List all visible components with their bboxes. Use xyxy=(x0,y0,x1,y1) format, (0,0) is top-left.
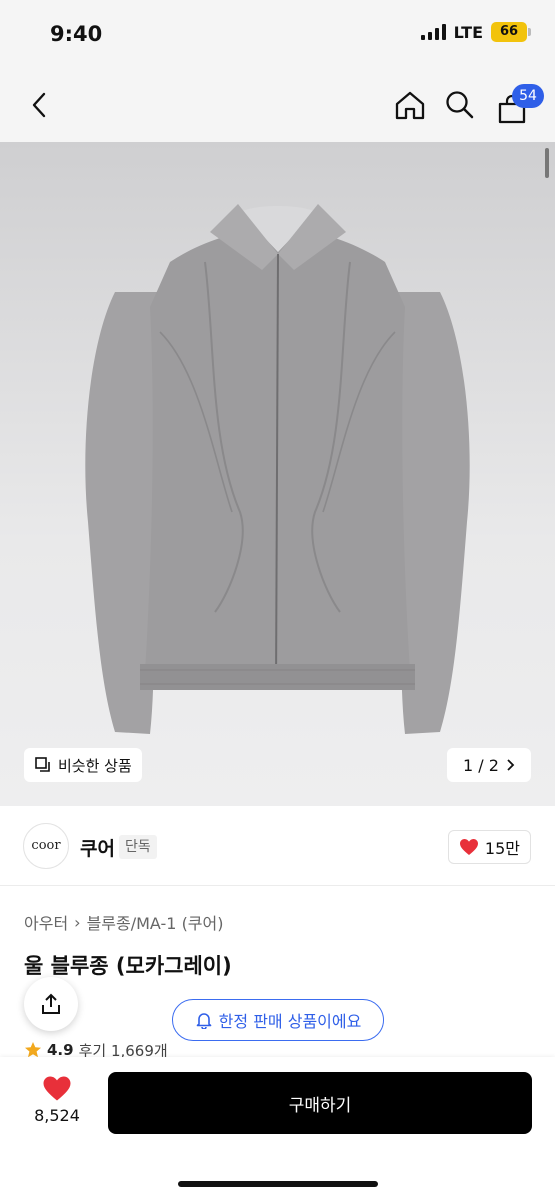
brand-logo[interactable]: coor xyxy=(23,823,69,869)
back-icon xyxy=(32,92,46,118)
pager-label: 1 / 2 xyxy=(463,755,499,775)
heart-icon xyxy=(43,1076,71,1101)
search-button[interactable] xyxy=(438,80,482,130)
brand-name[interactable]: 쿠어 xyxy=(80,834,115,861)
home-indicator xyxy=(178,1181,378,1187)
status-time: 9:40 xyxy=(50,22,103,46)
heart-icon xyxy=(459,839,478,855)
similar-products-label: 비슷한 상품 xyxy=(58,756,132,775)
battery-icon: 66 xyxy=(491,22,531,42)
breadcrumb: 아우터 › 블루종/MA-1 (쿠어) xyxy=(24,910,224,934)
share-button[interactable] xyxy=(24,977,78,1031)
share-icon xyxy=(42,993,60,1014)
cart-button[interactable]: 54 xyxy=(490,80,544,130)
status-bar: 9:40 LTE 66 xyxy=(0,0,555,70)
search-icon xyxy=(446,91,474,119)
home-icon xyxy=(395,91,425,120)
image-pager[interactable]: 1 / 2 xyxy=(447,748,531,782)
brand-like-count: 15만 xyxy=(484,839,520,858)
status-indicators: LTE 66 xyxy=(420,22,531,42)
chevron-right-icon: › xyxy=(74,912,81,932)
buy-button[interactable]: 구매하기 xyxy=(108,1072,532,1134)
breadcrumb-item[interactable]: 블루종/MA-1 (쿠어) xyxy=(87,910,224,934)
bell-icon xyxy=(196,1013,211,1029)
breadcrumb-item[interactable]: 아우터 xyxy=(24,910,68,934)
copy-icon xyxy=(35,757,50,772)
back-button[interactable] xyxy=(18,80,62,130)
product-image-carousel[interactable]: 비슷한 상품 1 / 2 xyxy=(0,142,555,806)
limited-sale-notice: 한정 판매 상품이에요 xyxy=(172,999,384,1041)
product-title: 울 블루종 (모카그레이) xyxy=(24,954,232,978)
wishlist-count: 8,524 xyxy=(34,1106,80,1125)
nav-bar: 54 xyxy=(0,70,555,142)
purchase-bar: 8,524 구매하기 xyxy=(0,1057,555,1200)
brand-row: coor 쿠어 단독 15만 xyxy=(0,806,555,886)
network-label: LTE xyxy=(453,22,483,42)
wishlist-button[interactable]: 8,524 xyxy=(28,1075,86,1125)
scrollbar[interactable] xyxy=(545,148,549,178)
home-button[interactable] xyxy=(388,80,432,130)
brand-like-button[interactable]: 15만 xyxy=(447,830,531,864)
exclusive-badge: 단독 xyxy=(119,835,157,859)
chevron-right-icon xyxy=(507,759,515,771)
cart-count-badge: 54 xyxy=(512,84,544,108)
similar-products-button[interactable]: 비슷한 상품 xyxy=(24,748,142,782)
limited-sale-label: 한정 판매 상품이에요 xyxy=(218,1012,362,1031)
signal-icon xyxy=(420,24,446,40)
jacket-image xyxy=(85,204,470,734)
